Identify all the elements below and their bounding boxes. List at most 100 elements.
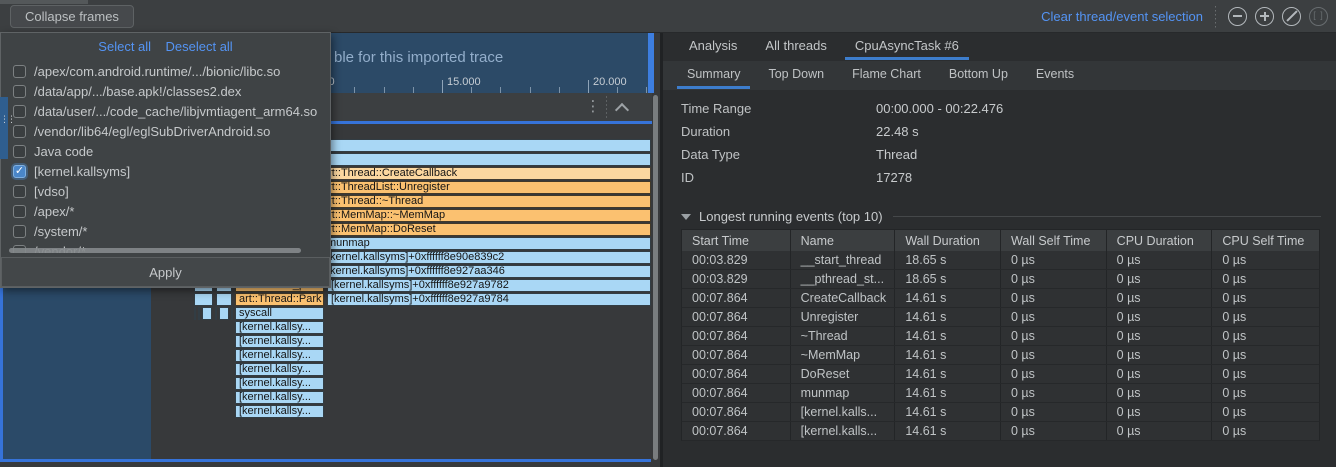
flame-bar[interactable]: [kernel.kallsy...: [235, 391, 324, 404]
flame-bar[interactable]: [kernel.kallsyms]+0xffffff8e927a9782: [327, 279, 651, 292]
table-row[interactable]: 00:07.864CreateCallback14.61 s0 µs0 µs0 …: [681, 289, 1320, 308]
collapse-frames-button[interactable]: Collapse frames: [10, 5, 134, 28]
checkbox-icon[interactable]: [13, 145, 26, 158]
checkbox-icon[interactable]: [13, 105, 26, 118]
select-all-link[interactable]: Select all: [98, 39, 151, 54]
column-header[interactable]: Start Time: [682, 230, 791, 251]
flame-bar-label: [kernel.kallsy...: [235, 391, 311, 404]
flame-bar[interactable]: [kernel.kallsy...: [235, 335, 324, 348]
frame-filter-item[interactable]: ✓[kernel.kallsyms]: [1, 161, 330, 181]
table-row[interactable]: 00:07.864munmap14.61 s0 µs0 µs0 µs: [681, 384, 1320, 403]
table-row[interactable]: 00:03.829__pthread_st...18.65 s0 µs0 µs0…: [681, 270, 1320, 289]
longest-events-header[interactable]: Longest running events (top 10): [681, 209, 1321, 224]
track-options-icon[interactable]: ⋮: [584, 98, 602, 116]
flame-bar[interactable]: syscall: [235, 307, 324, 320]
checkbox-icon[interactable]: [13, 125, 26, 138]
table-row[interactable]: 00:07.864DoReset14.61 s0 µs0 µs0 µs: [681, 365, 1320, 384]
frame-filter-item[interactable]: /system/*: [1, 221, 330, 241]
toolbar-separator: [1215, 6, 1216, 28]
summary-row: Time Range00:00.000 - 00:22.476: [681, 97, 1003, 120]
frame-filter-item[interactable]: /vendor/lib64/egl/eglSubDriverAndroid.so: [1, 121, 330, 141]
flame-chart-vertical-scrollbar[interactable]: [653, 95, 658, 460]
subtab-flame-chart[interactable]: Flame Chart: [840, 61, 933, 90]
frame-filter-item[interactable]: [vdso]: [1, 181, 330, 201]
checkbox-icon[interactable]: [13, 65, 26, 78]
frame-filter-item[interactable]: /data/app/.../base.apk!/classes2.dex: [1, 81, 330, 101]
flame-bar-label: [kernel.kallsy...: [235, 405, 311, 418]
frame-filter-item-label: /data/user/.../code_cache/libjvmtiagent_…: [34, 104, 317, 119]
flame-bar[interactable]: [202, 307, 212, 320]
flame-bar[interactable]: [198, 307, 200, 320]
flame-bar[interactable]: [215, 307, 217, 320]
longest-events-table: Start TimeNameWall DurationWall Self Tim…: [681, 229, 1320, 441]
flame-bar-label: [kernel.kallsy...: [235, 377, 311, 390]
table-cell: 0 µs: [1107, 365, 1213, 383]
frame-filter-item-label: /apex/*: [34, 204, 74, 219]
table-cell: 0 µs: [1107, 327, 1213, 345]
table-cell: Unregister: [791, 308, 896, 326]
checkbox-icon[interactable]: [13, 85, 26, 98]
flame-bar[interactable]: [kernel.kallsy...: [235, 363, 324, 376]
table-cell: 0 µs: [1107, 403, 1213, 421]
flame-bar[interactable]: [kernel.kallsy...: [235, 405, 324, 418]
table-cell: 0 µs: [1212, 384, 1319, 402]
subtab-top-down[interactable]: Top Down: [756, 61, 836, 90]
table-row[interactable]: 00:07.864[kernel.kalls...14.61 s0 µs0 µs…: [681, 403, 1320, 422]
zoom-out-icon[interactable]: [1228, 7, 1247, 26]
table-cell: [kernel.kalls...: [791, 422, 896, 440]
zoom-in-icon[interactable]: [1255, 7, 1274, 26]
section-title: Longest running events (top 10): [699, 209, 883, 224]
checkbox-icon[interactable]: ✓: [13, 165, 26, 178]
frame-filter-item[interactable]: /apex/*: [1, 201, 330, 221]
column-header[interactable]: Wall Duration: [895, 230, 1001, 251]
summary-row: Data TypeThread: [681, 143, 1003, 166]
column-header[interactable]: CPU Duration: [1107, 230, 1213, 251]
table-body: 00:03.829__start_thread18.65 s0 µs0 µs0 …: [681, 251, 1320, 441]
table-row[interactable]: 00:07.864[kernel.kalls...14.61 s0 µs0 µs…: [681, 422, 1320, 441]
table-row[interactable]: 00:03.829__start_thread18.65 s0 µs0 µs0 …: [681, 251, 1320, 270]
analysis-subtabs: SummaryTop DownFlame ChartBottom UpEvent…: [663, 61, 1336, 90]
flame-bar[interactable]: art::Thread::Park: [235, 293, 324, 306]
timeline-major-tick: [588, 80, 589, 93]
flame-bar[interactable]: [kernel.kallsy...: [235, 321, 324, 334]
column-header[interactable]: Wall Self Time: [1001, 230, 1107, 251]
checkbox-icon[interactable]: [13, 185, 26, 198]
flame-bar[interactable]: [231, 307, 233, 320]
selection-right-edge[interactable]: [648, 33, 654, 93]
subtab-summary[interactable]: Summary: [675, 61, 752, 90]
flame-bar-label: [kernel.kallsyms]+0xffffff8e927a9782: [327, 279, 509, 292]
flame-bar[interactable]: [194, 293, 213, 306]
flame-bar[interactable]: [216, 293, 232, 306]
track-drag-handle[interactable]: [0, 97, 8, 159]
table-row[interactable]: 00:07.864~MemMap14.61 s0 µs0 µs0 µs: [681, 346, 1320, 365]
collapse-track-icon[interactable]: [616, 102, 628, 114]
clear-selection-link[interactable]: Clear thread/event selection: [1041, 9, 1203, 24]
tab-cpuasynctask-6[interactable]: CpuAsyncTask #6: [843, 33, 971, 61]
table-row[interactable]: 00:07.864Unregister14.61 s0 µs0 µs0 µs: [681, 308, 1320, 327]
table-cell: 0 µs: [1107, 346, 1213, 364]
frame-filter-list: /apex/com.android.runtime/.../bionic/lib…: [1, 57, 330, 253]
flame-bar[interactable]: [kernel.kallsyms]+0xffffff8e927a9784: [327, 293, 651, 306]
column-header[interactable]: Name: [791, 230, 896, 251]
checkbox-icon[interactable]: [13, 205, 26, 218]
frame-filter-item[interactable]: Java code: [1, 141, 330, 161]
subtab-bottom-up[interactable]: Bottom Up: [937, 61, 1020, 90]
deselect-all-link[interactable]: Deselect all: [166, 39, 233, 54]
frame-filter-item[interactable]: /data/user/.../code_cache/libjvmtiagent_…: [1, 101, 330, 121]
selected-track-bottom-border: [0, 459, 651, 462]
tab-all-threads[interactable]: All threads: [753, 33, 838, 61]
frame-filter-item-label: [vdso]: [34, 184, 69, 199]
filter-horizontal-scrollbar[interactable]: [9, 248, 301, 253]
frame-filter-item[interactable]: /apex/com.android.runtime/.../bionic/lib…: [1, 61, 330, 81]
checkbox-icon[interactable]: [13, 225, 26, 238]
table-row[interactable]: 00:07.864~Thread14.61 s0 µs0 µs0 µs: [681, 327, 1320, 346]
flame-bar[interactable]: [kernel.kallsy...: [235, 377, 324, 390]
zoom-to-selection-icon[interactable]: [ ]: [1309, 7, 1328, 26]
flame-bar[interactable]: [219, 307, 229, 320]
flame-bar[interactable]: [kernel.kallsy...: [235, 349, 324, 362]
flame-bar[interactable]: [194, 307, 196, 320]
column-header[interactable]: CPU Self Time: [1212, 230, 1319, 251]
reset-zoom-icon[interactable]: [1282, 7, 1301, 26]
apply-button[interactable]: Apply: [1, 257, 330, 287]
subtab-events[interactable]: Events: [1024, 61, 1086, 90]
